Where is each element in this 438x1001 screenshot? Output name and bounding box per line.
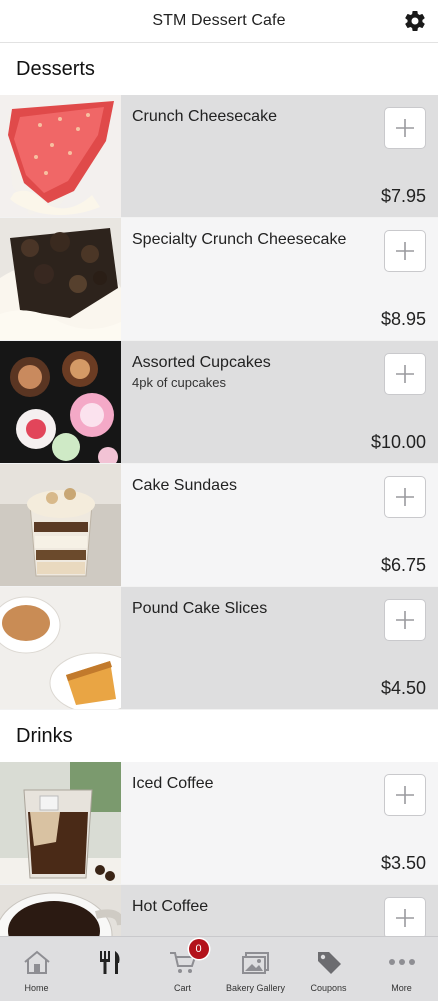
plus-icon: [396, 119, 414, 137]
gear-icon[interactable]: [403, 9, 427, 33]
item-price: $3.50: [380, 853, 426, 873]
item-info: Cake Sundaes $6.75: [121, 464, 438, 586]
tab-more[interactable]: More: [365, 937, 438, 1001]
add-to-cart-button[interactable]: [384, 230, 426, 272]
item-price: $6.75: [380, 555, 426, 575]
plus-icon: [396, 365, 414, 383]
item-price: $7.95: [380, 186, 426, 206]
item-photo-cupcakes: [0, 341, 121, 463]
item-photo-hot-coffee: [0, 885, 121, 936]
cart-count-badge: 0: [188, 939, 209, 959]
menu-item[interactable]: Specialty Crunch Cheesecake $8.95: [0, 218, 438, 341]
item-info: Crunch Cheesecake $7.95: [121, 95, 438, 217]
tab-label: Cart: [173, 983, 191, 993]
tab-label: Home: [24, 983, 49, 993]
tab-label: Coupons: [310, 983, 347, 993]
item-info: Hot Coffee: [121, 885, 438, 936]
add-to-cart-button[interactable]: [384, 476, 426, 518]
utensils-icon: [99, 951, 119, 974]
plus-icon: [396, 909, 414, 927]
more-icon: [388, 959, 415, 965]
plus-icon: [396, 488, 414, 506]
add-to-cart-button[interactable]: [384, 774, 426, 816]
section-title-desserts: Desserts: [0, 43, 438, 95]
menu-item[interactable]: Hot Coffee: [0, 885, 438, 936]
menu-item[interactable]: Assorted Cupcakes 4pk of cupcakes $10.00: [0, 341, 438, 464]
tab-coupons[interactable]: Coupons: [292, 937, 365, 1001]
menu-list[interactable]: Desserts Crunch Cheesecake $7.95 Special…: [0, 43, 438, 936]
tab-bakery-gallery[interactable]: Bakery Gallery: [219, 937, 292, 1001]
menu-item[interactable]: Pound Cake Slices $4.50: [0, 587, 438, 710]
tab-label: More: [391, 983, 412, 993]
item-photo-cake-sundae: [0, 464, 121, 586]
add-to-cart-button[interactable]: [384, 353, 426, 395]
tab-home[interactable]: Home: [0, 937, 73, 1001]
plus-icon: [396, 786, 414, 804]
tab-cart[interactable]: 0 Cart: [146, 937, 219, 1001]
add-to-cart-button[interactable]: [384, 107, 426, 149]
add-to-cart-button[interactable]: [384, 599, 426, 641]
item-price: $10.00: [370, 432, 426, 452]
add-to-cart-button[interactable]: [384, 897, 426, 936]
item-photo-specialty-cheesecake: [0, 218, 121, 340]
item-info: Assorted Cupcakes 4pk of cupcakes $10.00: [121, 341, 438, 463]
item-price: $4.50: [380, 678, 426, 698]
tab-label: Bakery Gallery: [225, 983, 286, 993]
gallery-icon: [241, 952, 269, 974]
item-photo-cheesecake: [0, 95, 121, 217]
tag-icon: [317, 952, 341, 974]
page-title: STM Dessert Cafe: [152, 12, 286, 29]
item-info: Iced Coffee $3.50: [121, 762, 438, 884]
plus-icon: [396, 242, 414, 260]
item-info: Pound Cake Slices $4.50: [121, 587, 438, 709]
item-photo-pound-cake: [0, 587, 121, 709]
bottom-tab-bar: Home 0 Cart Bakery Gallery Coupons More: [0, 936, 438, 1001]
menu-item[interactable]: Iced Coffee $3.50: [0, 762, 438, 885]
menu-item[interactable]: Crunch Cheesecake $7.95: [0, 95, 438, 218]
item-price: $8.95: [380, 309, 426, 329]
plus-icon: [396, 611, 414, 629]
item-info: Specialty Crunch Cheesecake $8.95: [121, 218, 438, 340]
app-header: STM Dessert Cafe: [0, 0, 438, 43]
item-photo-iced-coffee: [0, 762, 121, 884]
menu-item[interactable]: Cake Sundaes $6.75: [0, 464, 438, 587]
section-title-drinks: Drinks: [0, 710, 438, 762]
tab-menu[interactable]: [73, 937, 146, 1001]
home-icon: [23, 950, 50, 974]
